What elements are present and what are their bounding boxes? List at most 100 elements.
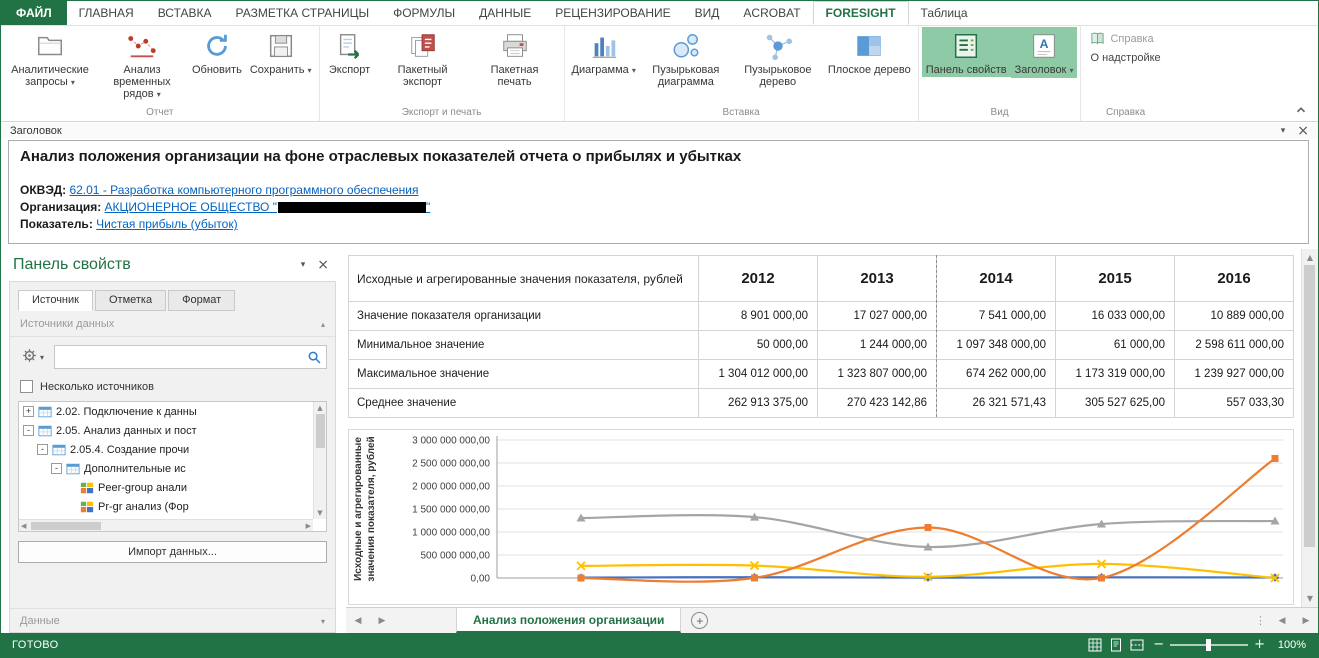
multiple-sources-option[interactable]: Несколько источников — [10, 373, 335, 401]
collapse-icon[interactable]: - — [51, 463, 62, 474]
file-tab[interactable]: ФАЙЛ — [1, 1, 67, 25]
table-cell[interactable]: 1 239 927 000,00 — [1175, 360, 1294, 389]
table-row-label[interactable]: Значение показателя организации — [349, 302, 699, 331]
table-cell[interactable]: 50 000,00 — [699, 331, 818, 360]
section-expand-icon[interactable]: ▾ — [321, 617, 325, 626]
refresh-button[interactable]: Обновить — [188, 27, 246, 77]
header-panel-collapse-icon[interactable]: ▾ — [1281, 126, 1286, 136]
table-cell[interactable]: 10 889 000,00 — [1175, 302, 1294, 331]
ribbon-tab-home[interactable]: ГЛАВНАЯ — [67, 1, 146, 25]
table-cell[interactable]: 16 033 000,00 — [1056, 302, 1175, 331]
flat-tree-button[interactable]: Плоское дерево — [824, 27, 915, 77]
ribbon-tab-review[interactable]: РЕЦЕНЗИРОВАНИЕ — [543, 1, 682, 25]
hscroll-left-icon[interactable]: ◀ — [1270, 608, 1294, 633]
table-cell[interactable]: 7 541 000,00 — [937, 302, 1056, 331]
table-cell[interactable]: 1 244 000,00 — [818, 331, 937, 360]
properties-panel-close-icon[interactable]: × — [317, 260, 329, 270]
zoom-level[interactable]: 100% — [1274, 639, 1306, 651]
table-row-label[interactable]: Минимальное значение — [349, 331, 699, 360]
sheet-nav-left-icon[interactable]: ◀ — [346, 608, 370, 633]
zoom-out-button[interactable]: − — [1153, 640, 1164, 650]
ribbon-tab-table[interactable]: Таблица — [909, 1, 980, 25]
properties-panel-collapse-icon[interactable]: ▾ — [301, 260, 306, 270]
properties-panel-button[interactable]: Панель свойств — [922, 27, 1011, 77]
table-cell[interactable]: 1 173 319 000,00 — [1056, 360, 1175, 389]
header-field-link[interactable]: АКЦИОНЕРНОЕ ОБЩЕСТВО "" — [105, 200, 431, 214]
table-year-header[interactable]: 2014 — [937, 256, 1056, 302]
vertical-scrollbar[interactable]: ▲ ▼ — [1301, 249, 1318, 607]
search-icon[interactable] — [307, 350, 322, 365]
export-button[interactable]: Экспорт — [323, 27, 377, 77]
ribbon-tab-page-layout[interactable]: РАЗМЕТКА СТРАНИЦЫ — [224, 1, 382, 25]
collapse-icon[interactable]: - — [37, 444, 48, 455]
about-addin-button[interactable]: О надстройке — [1090, 52, 1160, 64]
bubble-tree-button[interactable]: Пузырьковое дерево — [732, 27, 824, 89]
settings-gear-button[interactable]: ▾ — [18, 345, 48, 369]
vscroll-thumb[interactable] — [1304, 265, 1315, 547]
tree-horizontal-scrollbar[interactable]: ◀ ▶ — [19, 519, 313, 531]
table-cell[interactable]: 2 598 611 000,00 — [1175, 331, 1294, 360]
sheet-nav-right-icon[interactable]: ▶ — [370, 608, 394, 633]
header-field-link[interactable]: Чистая прибыль (убыток) — [96, 217, 237, 231]
table-cell[interactable]: 262 913 375,00 — [699, 389, 818, 418]
scroll-up-icon[interactable]: ▲ — [1302, 253, 1318, 262]
save-button[interactable]: Сохранить ▾ — [246, 27, 316, 78]
time-series-analysis-button[interactable]: Анализ временных рядов ▾ — [96, 27, 188, 102]
tree-node[interactable]: +2.02. Подключение к данны — [19, 402, 326, 421]
properties-tab-mark[interactable]: Отметка — [95, 290, 166, 311]
sources-section-header[interactable]: Источники данных ▴ — [10, 311, 335, 337]
table-cell[interactable]: 61 000,00 — [1056, 331, 1175, 360]
ribbon-tab-view[interactable]: ВИД — [683, 1, 732, 25]
table-cell[interactable]: 1 304 012 000,00 — [699, 360, 818, 389]
zoom-in-button[interactable]: + — [1254, 640, 1265, 650]
header-field-link[interactable]: 62.01 - Разработка компьютерного програм… — [69, 183, 418, 197]
table-year-header[interactable]: 2016 — [1175, 256, 1294, 302]
ribbon-tab-formulas[interactable]: ФОРМУЛЫ — [381, 1, 467, 25]
collapse-icon[interactable]: - — [23, 425, 34, 436]
sheet-tab[interactable]: Анализ положения организации — [456, 608, 681, 633]
table-row-label[interactable]: Максимальное значение — [349, 360, 699, 389]
zoom-slider-thumb[interactable] — [1206, 639, 1211, 651]
scroll-left-icon[interactable]: ◀ — [21, 522, 26, 530]
properties-tab-source[interactable]: Источник — [18, 290, 93, 311]
multiple-sources-checkbox[interactable] — [20, 380, 33, 393]
tree-node[interactable]: -2.05. Анализ данных и пост — [19, 421, 326, 440]
grid-view-icon[interactable] — [1088, 638, 1102, 652]
header-panel-close-icon[interactable]: × — [1297, 126, 1309, 136]
tree-hscroll-thumb[interactable] — [31, 522, 101, 530]
scroll-down-icon[interactable]: ▼ — [1302, 594, 1318, 603]
page-break-icon[interactable] — [1130, 638, 1144, 652]
table-year-header[interactable]: 2015 — [1056, 256, 1175, 302]
tree-node[interactable]: Pr-gr анализ (Фор — [19, 497, 326, 516]
table-cell[interactable]: 270 423 142,86 — [818, 389, 937, 418]
tree-vscroll-thumb[interactable] — [316, 414, 325, 448]
batch-export-button[interactable]: Пакетный экспорт — [377, 27, 469, 89]
scroll-right-icon[interactable]: ▶ — [306, 522, 311, 530]
properties-tab-format[interactable]: Формат — [168, 290, 235, 311]
hscroll-right-icon[interactable]: ▶ — [1294, 608, 1318, 633]
indicator-chart[interactable]: 0,00500 000 000,001 000 000 000,001 500 … — [348, 429, 1294, 605]
zoom-slider[interactable] — [1170, 644, 1248, 646]
tree-node[interactable]: -Дополнительные ис — [19, 459, 326, 478]
ribbon-tab-foresight[interactable]: FORESIGHT — [813, 1, 909, 25]
tree-vertical-scrollbar[interactable]: ▲ ▼ — [313, 402, 326, 519]
scroll-down-icon[interactable]: ▼ — [314, 509, 326, 517]
table-row-label[interactable]: Среднее значение — [349, 389, 699, 418]
sheetbar-splitter[interactable]: ⋮ — [1251, 608, 1270, 633]
tree-node[interactable]: Peer-group анали — [19, 478, 326, 497]
table-cell[interactable]: 17 027 000,00 — [818, 302, 937, 331]
import-data-button[interactable]: Импорт данных... — [18, 541, 327, 563]
batch-print-button[interactable]: Пакетная печать — [469, 27, 561, 89]
bubble-chart-button[interactable]: Пузырьковая диаграмма — [640, 27, 732, 89]
add-sheet-button[interactable]: + — [691, 612, 708, 629]
table-cell[interactable]: 557 033,30 — [1175, 389, 1294, 418]
search-input[interactable] — [59, 348, 302, 366]
page-layout-icon[interactable] — [1109, 638, 1123, 652]
table-year-header[interactable]: 2013 — [818, 256, 937, 302]
table-cell[interactable]: 8 901 000,00 — [699, 302, 818, 331]
tree-node[interactable]: -2.05.4. Создание прочи — [19, 440, 326, 459]
ribbon-tab-data[interactable]: ДАННЫЕ — [467, 1, 543, 25]
ribbon-tab-insert[interactable]: ВСТАВКА — [146, 1, 224, 25]
header-button[interactable]: AЗаголовок ▾ — [1011, 27, 1078, 78]
expand-icon[interactable]: + — [23, 406, 34, 417]
